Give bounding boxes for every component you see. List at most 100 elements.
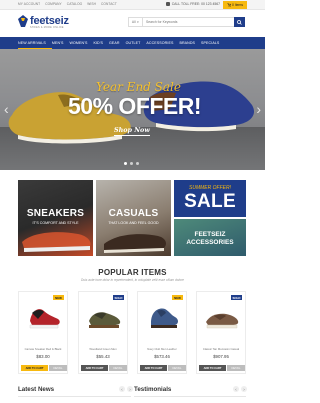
search-category-select[interactable]: All ▼ bbox=[129, 18, 143, 26]
add-to-cart-button[interactable]: ADD TO CART bbox=[140, 365, 167, 371]
testimonials-heading: Testimonials bbox=[134, 386, 172, 393]
nav-item-gear[interactable]: GEAR bbox=[109, 37, 126, 49]
chevron-right-icon[interactable]: › bbox=[127, 386, 133, 392]
popular-items-subtitle: Duis aute irure dolor in reprehenderit, … bbox=[81, 278, 184, 282]
product-name[interactable]: Navy Club Men Leather bbox=[138, 347, 186, 351]
product-actions: ADD TO CART DETAIL bbox=[140, 365, 186, 371]
banner-sneakers[interactable]: SNEAKERS IT'S COMFORT AND STYLE bbox=[18, 180, 93, 256]
add-to-cart-button[interactable]: ADD TO CART bbox=[21, 365, 48, 371]
phone-text: CALL TOLL FREE: 00 123 4567 bbox=[171, 2, 220, 6]
product-name[interactable]: Classic Tan Moccasin Casual bbox=[197, 347, 245, 351]
hero-title: 50% OFFER! bbox=[68, 93, 202, 119]
detail-button[interactable]: DETAIL bbox=[109, 365, 127, 371]
product-image bbox=[29, 309, 60, 329]
nav-item-accessories[interactable]: ACCESSORIES bbox=[146, 37, 179, 49]
search-category-value: All bbox=[131, 20, 136, 24]
top-links: MY ACCOUNT COMPANY CATALOG WISH CONTACT bbox=[18, 2, 117, 6]
sold-badge: SOLD bbox=[231, 295, 242, 300]
sold-badge: SOLD bbox=[113, 295, 124, 300]
product-card[interactable]: SOLD Classic Tan Moccasin Casual $907.95… bbox=[196, 291, 246, 374]
latest-news-heading: Latest News bbox=[18, 386, 55, 393]
slider-dot[interactable] bbox=[136, 162, 139, 165]
cart-count: 0 Items bbox=[231, 3, 244, 7]
divider bbox=[18, 396, 131, 397]
search-bar: All ▼ bbox=[128, 17, 245, 27]
banner-sneakers-subtitle: IT'S COMFORT AND STYLE bbox=[32, 221, 79, 225]
search-button[interactable] bbox=[234, 17, 245, 27]
detail-button[interactable]: DETAIL bbox=[49, 365, 67, 371]
latest-news-arrows: ‹ › bbox=[119, 386, 133, 392]
banner-casuals[interactable]: CASUALS THAT LOOK AND FEEL GOOD bbox=[96, 180, 171, 256]
logo[interactable]: feetseiz SHOES & MORE ONLINE bbox=[18, 15, 69, 29]
logo-tagline: SHOES & MORE ONLINE bbox=[30, 26, 64, 29]
top-bar: MY ACCOUNT COMPANY CATALOG WISH CONTACT … bbox=[0, 0, 265, 10]
logo-text: feetseiz bbox=[30, 15, 69, 27]
nav-item-womens[interactable]: WOMEN'S bbox=[69, 37, 93, 49]
hero-subtitle: Year End Sale bbox=[96, 80, 181, 94]
shop-now-link[interactable]: Shop Now bbox=[114, 126, 150, 136]
product-name[interactable]: Canvas Sneaker Red & Black bbox=[19, 347, 67, 351]
testimonials-arrows: ‹ › bbox=[233, 386, 247, 392]
nav-item-new-arrivals[interactable]: NEW ARRIVALS bbox=[18, 37, 52, 49]
detail-button[interactable]: DETAIL bbox=[227, 365, 245, 371]
new-badge: NEW bbox=[53, 295, 64, 300]
main-nav: NEW ARRIVALS MEN'S WOMEN'S KID'S GEAR OU… bbox=[0, 37, 265, 49]
phone-info: CALL TOLL FREE: 00 123 4567 bbox=[165, 2, 220, 6]
banner-sale-title: SALE bbox=[184, 191, 236, 212]
cart-button[interactable]: 0 Items bbox=[223, 1, 247, 9]
product-image bbox=[151, 308, 178, 328]
chevron-left-icon[interactable]: ‹ bbox=[4, 101, 9, 117]
nav-item-kids[interactable]: KID'S bbox=[93, 37, 109, 49]
top-link-company[interactable]: COMPANY bbox=[45, 2, 62, 6]
product-price: $573.46 bbox=[154, 354, 170, 359]
popular-items-title: POPULAR ITEMS bbox=[98, 268, 167, 277]
hero-slider: ‹ › Year End Sale 50% OFFER! Shop Now bbox=[0, 49, 265, 170]
search-input[interactable] bbox=[143, 18, 233, 26]
logo-mark-icon bbox=[18, 15, 28, 27]
product-name[interactable]: Woodland Green Men bbox=[79, 347, 127, 351]
chevron-left-icon[interactable]: ‹ bbox=[119, 386, 125, 392]
nav-item-mens[interactable]: MEN'S bbox=[52, 37, 70, 49]
phone-icon bbox=[165, 2, 170, 6]
chevron-down-icon: ▼ bbox=[136, 20, 140, 24]
cart-icon bbox=[227, 3, 231, 7]
nav-item-specials[interactable]: SPECIALS bbox=[201, 37, 225, 49]
banner-casuals-subtitle: THAT LOOK AND FEEL GOOD bbox=[108, 221, 159, 225]
product-actions: ADD TO CART DETAIL bbox=[81, 365, 127, 371]
product-card[interactable]: SOLD Woodland Green Men $55.43 ADD TO CA… bbox=[78, 291, 128, 374]
product-actions: ADD TO CART DETAIL bbox=[21, 365, 67, 371]
chevron-left-icon[interactable]: ‹ bbox=[233, 386, 239, 392]
top-link-wish[interactable]: WISH bbox=[87, 2, 96, 6]
chevron-right-icon[interactable]: › bbox=[241, 386, 247, 392]
banner-accessories[interactable]: FEETSEIZ ACCESSORIES bbox=[174, 219, 246, 256]
nav-item-brands[interactable]: BRANDS bbox=[179, 37, 201, 49]
nav-item-outlet[interactable]: OUTLET bbox=[126, 37, 147, 49]
add-to-cart-button[interactable]: ADD TO CART bbox=[199, 365, 226, 371]
add-to-cart-button[interactable]: ADD TO CART bbox=[81, 365, 108, 371]
banner-sneakers-title: SNEAKERS bbox=[26, 208, 85, 219]
product-card[interactable]: NEW Canvas Sneaker Red & Black $83.00 AD… bbox=[18, 291, 68, 374]
banner-accessories-line1: FEETSEIZ bbox=[194, 231, 226, 238]
product-price: $907.95 bbox=[213, 354, 229, 359]
banner-casuals-title: CASUALS bbox=[108, 208, 159, 219]
new-badge: NEW bbox=[172, 295, 183, 300]
top-link-contact[interactable]: CONTACT bbox=[101, 2, 117, 6]
header: feetseiz SHOES & MORE ONLINE All ▼ bbox=[0, 10, 265, 37]
chevron-right-icon[interactable]: › bbox=[256, 101, 261, 117]
product-price: $83.00 bbox=[36, 354, 50, 359]
slider-dot[interactable] bbox=[130, 162, 133, 165]
product-image bbox=[89, 312, 121, 328]
top-link-catalog[interactable]: CATALOG bbox=[67, 2, 82, 6]
product-price: $55.43 bbox=[96, 354, 110, 359]
banner-sale[interactable]: SUMMER OFFER! SALE bbox=[174, 180, 246, 217]
slider-dots bbox=[124, 162, 139, 165]
product-image bbox=[206, 313, 239, 329]
top-link-my-account[interactable]: MY ACCOUNT bbox=[18, 2, 40, 6]
search-icon bbox=[237, 19, 242, 25]
detail-button[interactable]: DETAIL bbox=[168, 365, 186, 371]
product-card[interactable]: NEW Navy Club Men Leather $573.46 ADD TO… bbox=[137, 291, 187, 374]
divider bbox=[134, 396, 246, 397]
product-actions: ADD TO CART DETAIL bbox=[199, 365, 245, 371]
banner-accessories-line2: ACCESSORIES bbox=[186, 239, 234, 246]
slider-dot[interactable] bbox=[124, 162, 127, 165]
